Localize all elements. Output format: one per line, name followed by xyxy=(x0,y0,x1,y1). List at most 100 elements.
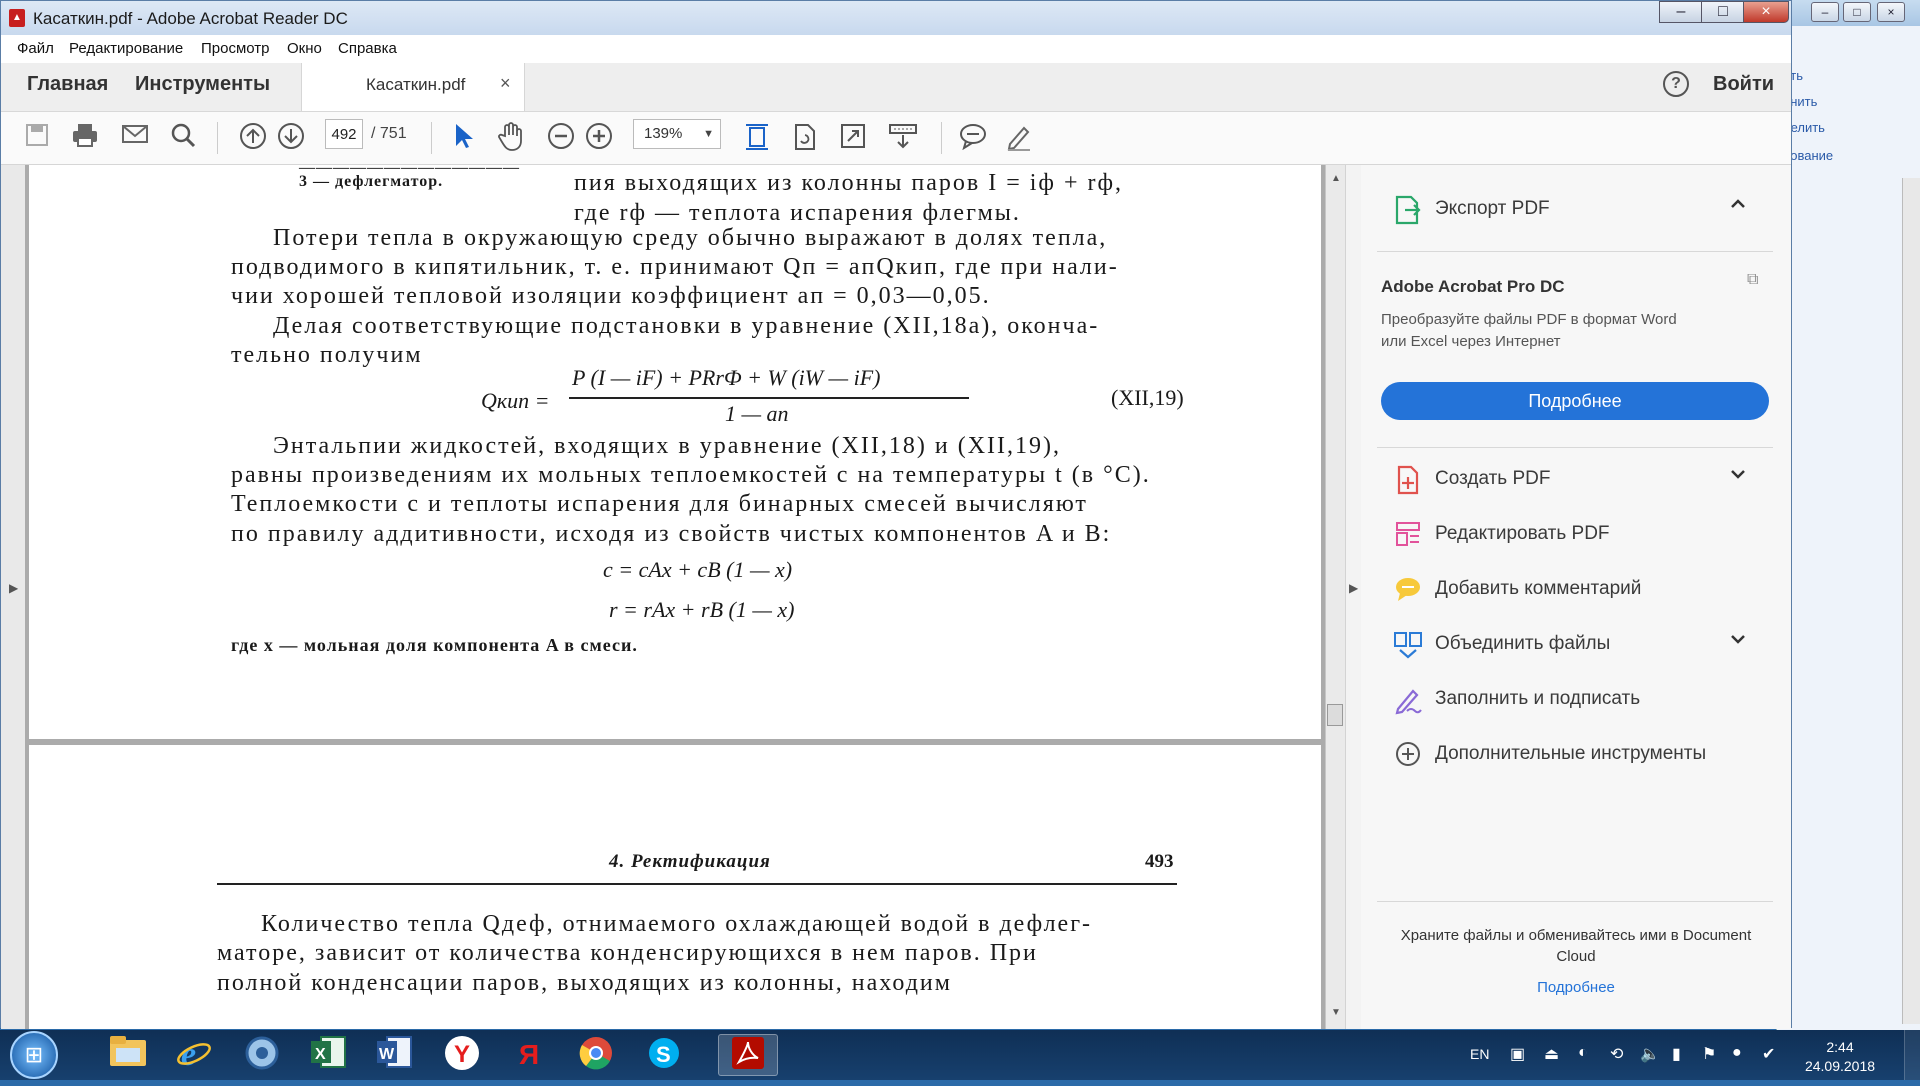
divider xyxy=(1377,251,1773,252)
tool-fill-sign[interactable]: Заполнить и подписать xyxy=(1381,679,1761,719)
promo-title: Adobe Acrobat Pro DC xyxy=(1381,277,1565,296)
scroll-up-icon[interactable]: ▲ xyxy=(1331,173,1341,184)
explorer-icon[interactable] xyxy=(98,1034,158,1076)
page-text-line: Энтальпии жидкостей, входящих в уравнени… xyxy=(273,433,1061,459)
clock[interactable]: 2:44 24.09.2018 xyxy=(1800,1038,1880,1076)
menu-edit[interactable]: Редактирование xyxy=(69,40,183,57)
bg-minimize-button[interactable]: – xyxy=(1811,2,1839,22)
document-scrollbar[interactable]: ▲ ▼ xyxy=(1325,165,1346,1029)
tray-usb-icon[interactable]: ⏏ xyxy=(1544,1044,1559,1064)
page-number: 493 xyxy=(1145,851,1174,872)
left-panel-toggle[interactable]: ▶ xyxy=(1,165,25,1029)
copy-icon[interactable]: ⧉ xyxy=(1747,271,1758,289)
chevron-down-icon[interactable] xyxy=(1729,463,1747,489)
pdf-page-492: ————————————— 3 — дефлегматор. пия выход… xyxy=(29,159,1321,739)
page-text-line: Теплоемкости c и теплоты испарения для б… xyxy=(231,491,1088,517)
collapse-right-icon[interactable]: ▶ xyxy=(1349,581,1358,595)
save-icon[interactable] xyxy=(21,122,53,154)
menu-view[interactable]: Просмотр xyxy=(201,40,270,57)
divider xyxy=(1377,447,1773,448)
minimize-button[interactable]: – xyxy=(1659,1,1703,23)
comment-icon[interactable] xyxy=(957,122,989,154)
word-icon[interactable]: W xyxy=(364,1034,424,1076)
tray-app-icon[interactable]: ◐ xyxy=(1578,1044,1588,1062)
menu-file[interactable]: Файл xyxy=(17,40,54,57)
scroll-mode-icon[interactable] xyxy=(887,122,919,154)
bg-scrollbar[interactable] xyxy=(1902,178,1920,1024)
chevron-down-icon[interactable] xyxy=(1729,628,1747,654)
tray-network-icon[interactable]: ▣ xyxy=(1510,1044,1525,1064)
flag-icon[interactable]: ⚑ xyxy=(1702,1044,1716,1064)
equation-r: r = rAx + rB (1 — x) xyxy=(609,597,795,622)
email-icon[interactable] xyxy=(119,122,151,154)
zoom-out-icon[interactable] xyxy=(545,122,577,154)
help-icon[interactable]: ? xyxy=(1663,71,1689,97)
right-pane-toggle[interactable]: ▶ xyxy=(1345,165,1362,1029)
next-page-icon[interactable] xyxy=(275,122,307,154)
hand-tool-icon[interactable] xyxy=(495,122,527,154)
menu-help[interactable]: Справка xyxy=(338,40,397,57)
svg-text:Я: Я xyxy=(519,1039,539,1070)
scrollbar-thumb[interactable] xyxy=(1327,704,1343,726)
zoom-value: 139% xyxy=(644,125,683,142)
page-number-input[interactable]: 492 xyxy=(325,119,363,149)
antivirus-icon[interactable]: ✔ xyxy=(1762,1044,1775,1064)
tool-export-pdf[interactable]: Экспорт PDF xyxy=(1381,189,1761,229)
bg-maximize-button[interactable]: □ xyxy=(1843,2,1871,22)
select-cursor-icon[interactable] xyxy=(447,122,479,154)
page-text-line: Делая соответствующие подстановки в урав… xyxy=(273,313,1100,339)
app-icon[interactable] xyxy=(232,1034,292,1076)
network-signal-icon[interactable]: ▮ xyxy=(1672,1044,1681,1064)
tool-create-pdf[interactable]: Создать PDF xyxy=(1381,459,1761,499)
bg-close-button[interactable]: × xyxy=(1877,2,1905,22)
show-desktop-button[interactable] xyxy=(1904,1030,1920,1080)
skype-icon[interactable]: S xyxy=(634,1034,694,1076)
tool-label: Экспорт PDF xyxy=(1435,198,1550,219)
chevron-up-icon[interactable] xyxy=(1729,193,1747,219)
yandex-browser-icon[interactable]: Я xyxy=(500,1034,560,1076)
rotate-icon[interactable] xyxy=(789,122,821,154)
excel-icon[interactable]: X xyxy=(298,1034,358,1076)
clock-date: 24.09.2018 xyxy=(1804,1058,1876,1074)
zoom-select[interactable]: 139% ▼ xyxy=(633,119,721,149)
maximize-button[interactable]: □ xyxy=(1701,1,1745,23)
tool-add-comment[interactable]: Добавить комментарий xyxy=(1381,569,1761,609)
close-tab-icon[interactable]: × xyxy=(500,73,511,94)
search-icon[interactable] xyxy=(167,122,199,154)
ie-icon[interactable]: e xyxy=(164,1034,224,1076)
tool-edit-pdf[interactable]: Редактировать PDF xyxy=(1381,514,1761,554)
title-bar[interactable]: ▲ Касаткин.pdf - Adobe Acrobat Reader DC… xyxy=(1,1,1791,35)
zoom-in-icon[interactable] xyxy=(583,122,615,154)
equation-denominator: 1 — aп xyxy=(725,401,789,426)
fit-page-icon[interactable] xyxy=(741,122,773,154)
menu-window[interactable]: Окно xyxy=(287,40,322,57)
sign-pen-icon[interactable] xyxy=(1003,122,1035,154)
chevron-down-icon: ▼ xyxy=(703,128,714,140)
tray-extra-icon[interactable]: ● xyxy=(1732,1044,1742,1062)
edit-pdf-icon xyxy=(1393,520,1423,550)
tray-sync-icon[interactable]: ⟲ xyxy=(1610,1044,1623,1064)
fullscreen-icon[interactable] xyxy=(837,122,869,154)
tool-more-tools[interactable]: Дополнительные инструменты xyxy=(1381,734,1761,774)
previous-page-icon[interactable] xyxy=(237,122,269,154)
tab-document[interactable]: Касаткин.pdf × xyxy=(301,63,525,111)
expand-left-icon[interactable]: ▶ xyxy=(9,581,18,595)
tab-tools[interactable]: Инструменты xyxy=(135,73,270,96)
tool-label: Объединить файлы xyxy=(1435,633,1611,654)
sign-in-link[interactable]: Войти xyxy=(1713,73,1774,96)
background-window[interactable]: – □ × ить енить делить рование xyxy=(1776,0,1920,1030)
print-icon[interactable] xyxy=(69,122,101,154)
chrome-icon[interactable] xyxy=(566,1034,626,1076)
tab-home[interactable]: Главная xyxy=(27,73,108,96)
start-button[interactable]: ⊞ xyxy=(10,1031,58,1079)
language-indicator[interactable]: EN xyxy=(1470,1046,1489,1062)
close-button[interactable]: × xyxy=(1743,1,1789,23)
learn-more-button[interactable]: Подробнее xyxy=(1381,382,1769,420)
scroll-down-icon[interactable]: ▼ xyxy=(1331,1007,1341,1018)
acrobat-icon[interactable] xyxy=(718,1034,778,1076)
document-cloud-link[interactable]: Подробнее xyxy=(1391,979,1761,996)
volume-icon[interactable]: 🔈 xyxy=(1640,1044,1660,1064)
yandex-icon[interactable]: Y xyxy=(432,1034,492,1076)
tool-combine-files[interactable]: Объединить файлы xyxy=(1381,624,1761,664)
tool-label: Добавить комментарий xyxy=(1435,578,1642,599)
